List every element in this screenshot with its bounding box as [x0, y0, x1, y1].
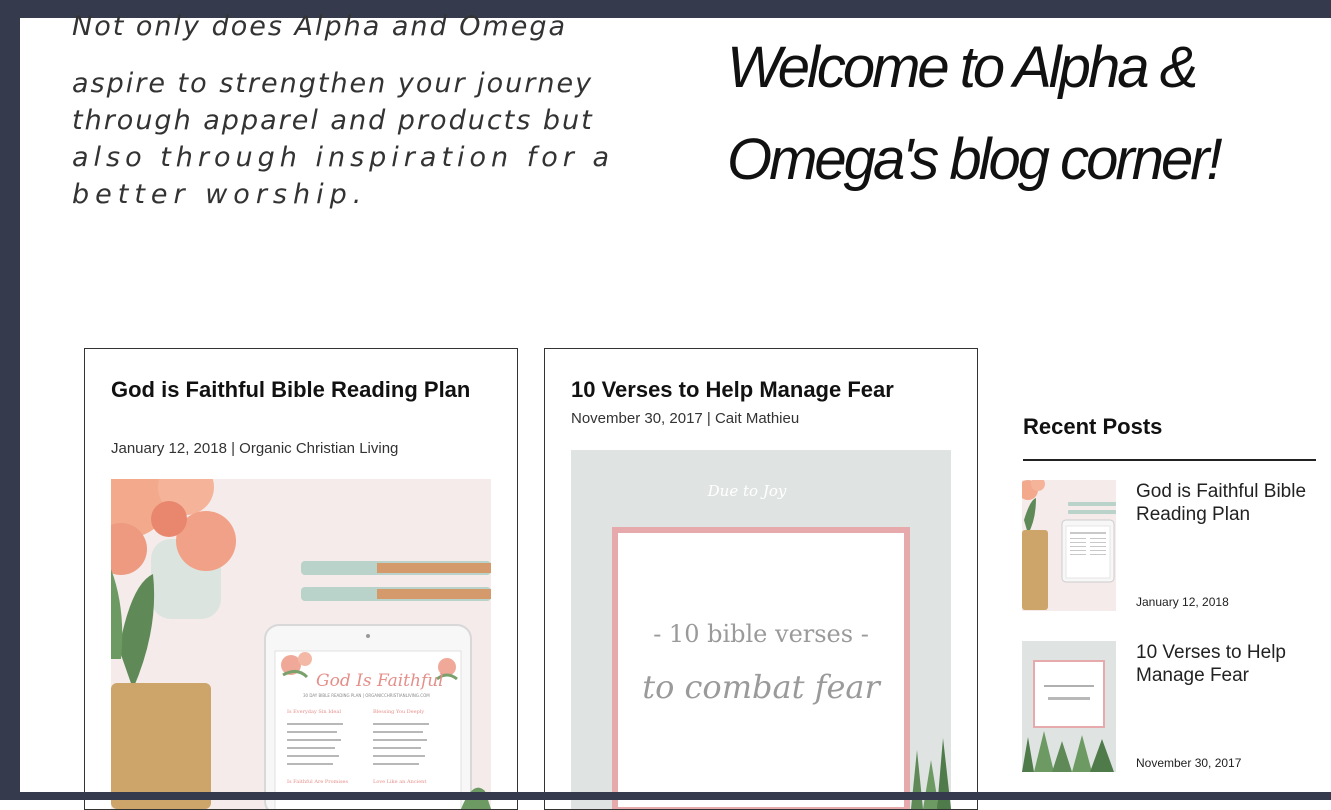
post-title[interactable]: God is Faithful Bible Reading Plan — [111, 377, 491, 403]
svg-text:30 DAY BIBLE READING PLAN | OR: 30 DAY BIBLE READING PLAN | ORGANICCHRIS… — [303, 693, 430, 698]
welcome-line: Welcome to Alpha & — [727, 35, 1198, 100]
graphic-headline: - 10 bible verses - — [653, 620, 869, 648]
svg-text:Blessing You Deeply: Blessing You Deeply — [373, 709, 424, 715]
welcome-heading: Welcome to Alpha & Omega's blog corner! — [727, 22, 1287, 206]
graphic-script-main: to combat fear — [642, 668, 881, 706]
post-featured-image[interactable]: Due to Joy - 10 bible verses - to combat… — [571, 450, 951, 809]
recent-posts-divider — [1023, 459, 1316, 461]
intro-line: through apparel and products but — [72, 105, 594, 136]
recent-post-title[interactable]: God is Faithful Bible Reading Plan — [1136, 480, 1326, 526]
svg-text:Is Faithful Are Promises: Is Faithful Are Promises — [287, 779, 349, 785]
recent-post-thumbnail[interactable] — [1022, 480, 1116, 611]
post-meta: November 30, 2017 | Cait Mathieu — [571, 410, 800, 427]
welcome-line: Omega's blog corner! — [727, 127, 1223, 192]
recent-post-item[interactable]: God is Faithful Bible Reading Plan Janua… — [1022, 480, 1322, 620]
svg-text:Is Everyday Sin Ideal: Is Everyday Sin Ideal — [287, 709, 341, 715]
intro-line: better worship. — [72, 179, 368, 210]
svg-text:God Is Faithful: God Is Faithful — [316, 671, 444, 691]
recent-post-date: November 30, 2017 — [1136, 756, 1242, 770]
bible-plan-photo: God Is Faithful 30 DAY BIBLE READING PLA… — [111, 479, 491, 809]
recent-post-title[interactable]: 10 Verses to Help Manage Fear — [1136, 641, 1326, 687]
recent-post-date: January 12, 2018 — [1136, 595, 1229, 609]
intro-line: Not only does Alpha and Omega — [72, 11, 568, 42]
intro-line: aspire to strengthen your journey — [72, 68, 594, 99]
graphic-script-top: Due to Joy — [707, 482, 787, 500]
recent-post-thumbnail[interactable] — [1022, 641, 1116, 772]
svg-text:Love Like an Ancient: Love Like an Ancient — [373, 779, 426, 785]
blog-post-card: God is Faithful Bible Reading Plan Janua… — [84, 348, 518, 810]
intro-line: also through inspiration for a — [72, 142, 615, 173]
recent-posts-heading: Recent Posts — [1023, 414, 1163, 439]
recent-post-item[interactable]: 10 Verses to Help Manage Fear November 3… — [1022, 641, 1322, 781]
post-meta: January 12, 2018 | Organic Christian Liv… — [111, 440, 399, 457]
blog-post-card: 10 Verses to Help Manage Fear November 3… — [544, 348, 978, 810]
verses-graphic: Due to Joy - 10 bible verses - to combat… — [571, 450, 951, 809]
post-featured-image[interactable]: God Is Faithful 30 DAY BIBLE READING PLA… — [111, 479, 491, 809]
page-frame-bottom — [0, 792, 1331, 800]
page-frame-left — [0, 0, 20, 800]
post-title[interactable]: 10 Verses to Help Manage Fear — [571, 377, 951, 403]
